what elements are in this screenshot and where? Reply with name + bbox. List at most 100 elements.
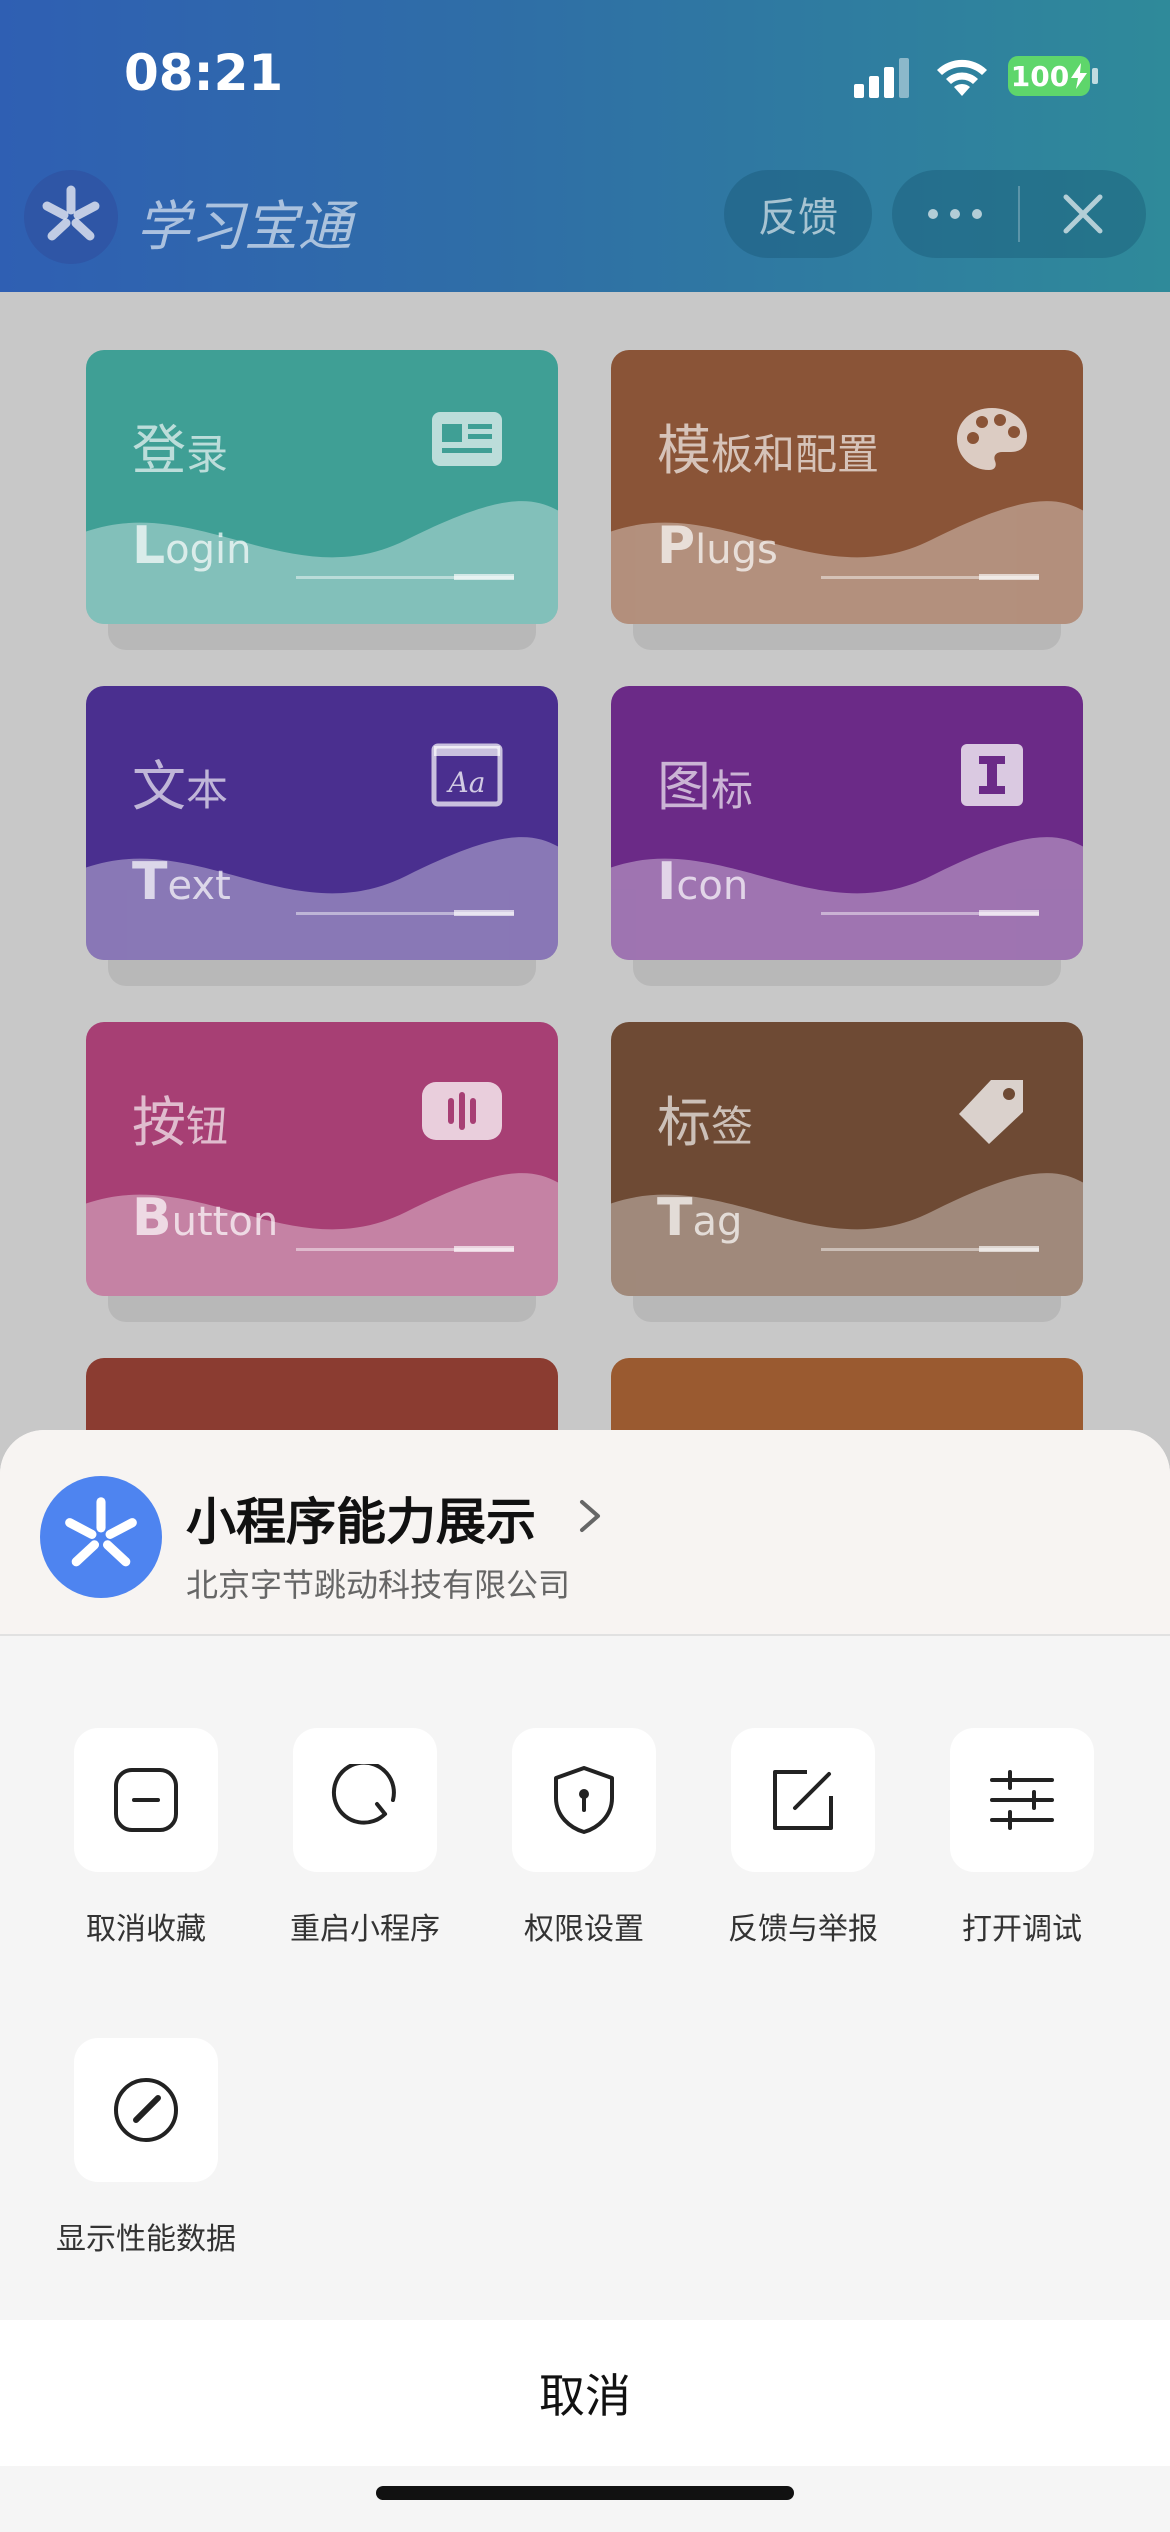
action-unfavorite[interactable]: 取消收藏: [28, 1728, 228, 1947]
card-underline: [821, 1246, 1039, 1252]
cancel-button[interactable]: 取消: [0, 2320, 1170, 2466]
action-icon-box: [74, 1728, 218, 1872]
tag-icon: [959, 1080, 1023, 1144]
mini-program-capsule: [892, 170, 1146, 258]
company-name: 北京字节跳动科技有限公司: [186, 1566, 571, 1604]
card-underline-dash: [454, 574, 514, 580]
card-tag[interactable]: 标签 Tag: [611, 1022, 1083, 1322]
button-icon: [422, 1082, 502, 1140]
card-icon[interactable]: 图标 Icon: [611, 686, 1083, 986]
action-label: 反馈与举报: [728, 1912, 878, 1947]
card-underline-dash: [979, 574, 1039, 580]
action-icon-box: [74, 2038, 218, 2182]
card-title-main: 文: [132, 755, 186, 818]
card-body: 登录 Login: [86, 350, 558, 624]
gauge-icon: [114, 2078, 178, 2142]
chevron-right-icon: [580, 1500, 600, 1532]
card-en-initial: I: [657, 852, 677, 912]
battery-level: 100: [1010, 59, 1070, 93]
more-dots-icon: [928, 209, 982, 219]
charging-bolt-icon: [1071, 63, 1088, 89]
card-en-initial: B: [132, 1188, 172, 1248]
close-icon: [1063, 194, 1103, 234]
feedback-button[interactable]: 反馈: [724, 170, 872, 258]
top-bar: 08:21 100 学习宝通 反馈: [0, 0, 1170, 292]
action-sheet: 小程序能力展示 北京字节跳动科技有限公司 取消收藏 重启小程序 权限设置 反馈与…: [0, 1430, 1170, 2532]
card-body: 模板和配置 Plugs: [611, 350, 1083, 624]
wifi-icon: [937, 59, 987, 96]
card-plugs[interactable]: 模板和配置 Plugs: [611, 350, 1083, 650]
card-en-initial: L: [132, 516, 166, 576]
card-title-rest: 钮: [186, 1102, 229, 1151]
card-title-zh: 文本: [132, 742, 228, 821]
action-feedback-report[interactable]: 反馈与举报: [685, 1728, 885, 1947]
card-underline: [821, 574, 1039, 580]
card-button[interactable]: 按钮 Button: [86, 1022, 558, 1322]
card-title-rest: 标: [711, 766, 754, 815]
action-icon-box: [950, 1728, 1094, 1872]
action-label: 打开调试: [962, 1912, 1082, 1947]
card-title-zh: 图标: [657, 742, 753, 821]
card-title-en: Icon: [657, 852, 748, 912]
card-title-rest: 板和配置: [711, 430, 880, 479]
feature-grid: 登录 Login 模板和配置 Plugs 文本 Text Aa 图标 Icon …: [0, 292, 1170, 1632]
action-icon-box: [293, 1728, 437, 1872]
card-title-en: Tag: [657, 1188, 742, 1248]
card-title-zh: 登录: [132, 406, 228, 485]
card-body: 文本 Text Aa: [86, 686, 558, 960]
palette-icon: [957, 408, 1027, 470]
card-title-rest: 录: [186, 430, 229, 479]
sheet-divider: [0, 1634, 1170, 1636]
card-title-main: 登: [132, 419, 186, 482]
action-icon-box: [731, 1728, 875, 1872]
battery-tip: [1092, 68, 1098, 84]
app-logo[interactable]: [24, 170, 118, 264]
card-login[interactable]: 登录 Login: [86, 350, 558, 650]
card-en-initial: T: [132, 852, 168, 912]
card-title-en: Login: [132, 516, 251, 576]
cellular-signal-icon: [854, 58, 909, 98]
card-title-main: 按: [132, 1091, 186, 1154]
action-label: 显示性能数据: [56, 2222, 236, 2257]
action-show-performance[interactable]: 显示性能数据: [28, 2038, 236, 2257]
more-button[interactable]: [892, 170, 1018, 258]
status-bar: 08:21 100: [0, 0, 1170, 150]
text-window-icon: Aa: [431, 743, 503, 807]
sheet-header[interactable]: 小程序能力展示 北京字节跳动科技有限公司: [0, 1430, 1170, 1634]
card-en-rest: lugs: [695, 527, 778, 573]
id-card-icon: [432, 412, 502, 466]
mini-program-name: 小程序能力展示: [186, 1493, 536, 1551]
action-open-debug[interactable]: 打开调试: [904, 1728, 1104, 1947]
home-indicator[interactable]: [376, 2486, 794, 2500]
unfavorite-icon: [114, 1768, 178, 1832]
cancel-area: 取消: [0, 2320, 1170, 2532]
card-title-main: 标: [657, 1091, 711, 1154]
card-title-rest: 签: [711, 1102, 754, 1151]
card-body: 图标 Icon: [611, 686, 1083, 960]
card-underline-dash: [454, 910, 514, 916]
card-title-rest: 本: [186, 766, 229, 815]
card-text[interactable]: 文本 Text Aa: [86, 686, 558, 986]
sliders-icon: [990, 1770, 1054, 1830]
card-title-zh: 模板和配置: [657, 406, 879, 485]
card-title-en: Text: [132, 852, 231, 912]
close-button[interactable]: [1020, 170, 1146, 258]
card-title-en: Plugs: [657, 516, 778, 576]
card-underline: [296, 910, 514, 916]
card-underline: [296, 574, 514, 580]
card-en-rest: con: [676, 863, 749, 909]
snowflake-logo-icon: [65, 1497, 137, 1567]
status-time: 08:21: [124, 44, 284, 102]
card-title-zh: 标签: [657, 1078, 753, 1157]
card-underline-dash: [454, 1246, 514, 1252]
card-en-rest: ag: [692, 1199, 743, 1245]
card-en-rest: utton: [171, 1199, 279, 1245]
card-underline: [296, 1246, 514, 1252]
shield-icon: [554, 1766, 614, 1834]
action-restart[interactable]: 重启小程序: [247, 1728, 447, 1947]
app-title: 学习宝通: [136, 195, 352, 258]
screen: 08:21 100 学习宝通 反馈 登录 Login 模板和配置 Plugs 文…: [0, 0, 1170, 2532]
action-label: 权限设置: [524, 1912, 644, 1947]
snowflake-logo-icon: [42, 185, 100, 241]
action-permissions[interactable]: 权限设置: [466, 1728, 666, 1947]
